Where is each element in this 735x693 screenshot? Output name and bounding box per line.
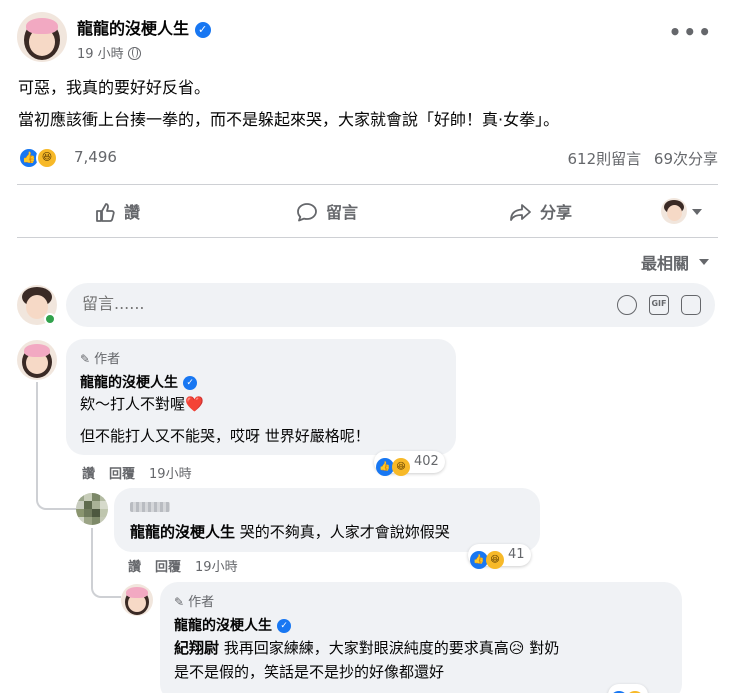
divider-top xyxy=(17,184,718,185)
chevron-down-icon[interactable] xyxy=(692,209,702,215)
share-button[interactable]: 分享 xyxy=(508,199,572,223)
comment-1-reactions[interactable]: 👍 😆 402 xyxy=(374,451,445,476)
comment-2-text: 龍龍的沒梗人生 哭的不夠真，人家才會說妳假哭 xyxy=(130,522,450,542)
verified-badge-icon: ✓ xyxy=(183,375,198,390)
author-tag: ✎ 作者 xyxy=(80,348,120,367)
comment-2-meta: 讚回覆 19小時 xyxy=(128,556,252,575)
post-author-name-text[interactable]: 龍龍的沒梗人生 xyxy=(77,19,189,38)
emoji-icon[interactable] xyxy=(617,295,637,315)
comment-1-bubble: ✎ 作者 龍龍的沒梗人生 ✓ 欸～打人不對喔❤️ 但不能打人又不能哭，哎呀 世界好… xyxy=(66,339,456,455)
sort-chevron-down-icon[interactable] xyxy=(699,259,709,265)
comment-2-time[interactable]: 19小時 xyxy=(195,560,238,575)
post-text-line-2: 當初應該衝上台揍一拳的，而不是躲起來哭，大家就會說「好帥！真·女拳」。 xyxy=(18,110,560,129)
comment-2-reactions[interactable]: 👍 😆 41 xyxy=(468,544,531,569)
more-options-button[interactable]: ••• xyxy=(669,20,713,44)
post-header: 龍龍的沒梗人生 ✓ 19 小時 xyxy=(17,12,735,68)
comment-composer[interactable]: GIF xyxy=(66,283,715,327)
comment-share-stats: 612則留言 69次分享 xyxy=(567,148,718,169)
speech-bubble-icon xyxy=(297,203,317,222)
comment-button[interactable]: 留言 xyxy=(296,199,358,223)
redacted-name-block xyxy=(130,501,170,512)
comment-2-reply-link[interactable]: 回覆 xyxy=(155,560,181,575)
post-timestamp[interactable]: 19 小時 xyxy=(77,43,141,62)
author-tag: ✎ 作者 xyxy=(174,591,214,610)
like-button-label[interactable]: 讚 xyxy=(124,203,140,222)
gif-icon[interactable]: GIF xyxy=(649,295,669,315)
comment-1-like-link[interactable]: 讚 xyxy=(82,467,95,482)
composer-tools: GIF xyxy=(605,295,701,315)
share-button-label[interactable]: 分享 xyxy=(540,203,572,222)
post-text-line-1: 可惡，我真的要好好反省。 xyxy=(18,78,211,97)
pencil-icon: ✎ xyxy=(174,595,185,609)
comment-2-text-body: 哭的不夠真，人家才會說妳假哭 xyxy=(239,523,450,541)
comment-3-reactions[interactable]: 👍😆 xyxy=(608,684,648,693)
comment-1-text-line-1: 欸～打人不對喔❤️ xyxy=(80,395,204,413)
share-arrow-icon xyxy=(510,204,531,221)
comment-3-name[interactable]: 龍龍的沒梗人生 ✓ xyxy=(174,615,292,635)
comment-1-reply-link[interactable]: 回覆 xyxy=(109,467,135,482)
verified-badge-icon: ✓ xyxy=(194,21,211,38)
post-author-name[interactable]: 龍龍的沒梗人生 ✓ xyxy=(77,15,211,39)
comment-1-avatar[interactable] xyxy=(17,340,57,380)
comment-2-name-redacted[interactable] xyxy=(130,496,170,515)
pencil-icon: ✎ xyxy=(80,352,91,366)
author-tag-label: 作者 xyxy=(188,595,215,610)
comment-1-name-text[interactable]: 龍龍的沒梗人生 xyxy=(80,375,178,391)
verified-badge-icon: ✓ xyxy=(277,618,292,633)
comment-3-text-line-1: 紀翔尉 我再回家練練，大家對眼淚純度的要求真高😥 對奶 xyxy=(174,638,559,658)
post-time-text[interactable]: 19 小時 xyxy=(77,47,124,62)
comment-2-reaction-count: 41 xyxy=(508,547,525,562)
comment-1-meta: 讚回覆 19小時 xyxy=(82,463,206,482)
comment-3-text-body-1: 我再回家練練，大家對眼淚純度的要求真高😥 對奶 xyxy=(223,639,560,657)
globe-icon xyxy=(127,47,141,60)
reaction-count[interactable]: 7,496 xyxy=(74,148,117,166)
comment-3-text-line-2: 是不是假的，笑話是不是抄的好像都還好 xyxy=(174,663,445,681)
shares-count-link[interactable]: 69次分享 xyxy=(654,150,718,168)
comment-button-label[interactable]: 留言 xyxy=(326,203,358,222)
comment-1-text-line-2: 但不能打人又不能哭，哎呀 世界好嚴格呢！ xyxy=(80,427,370,445)
comment-2-bubble: 龍龍的沒梗人生 哭的不夠真，人家才會說妳假哭 xyxy=(114,488,540,552)
comment-3-avatar[interactable] xyxy=(121,584,153,616)
haha-reaction-icon: 😆 xyxy=(486,551,504,569)
author-avatar[interactable] xyxy=(17,12,67,62)
comment-input[interactable] xyxy=(82,294,562,313)
divider-bottom xyxy=(17,237,718,238)
comment-3-mention[interactable]: 紀翔尉 xyxy=(174,639,219,657)
comment-1-reaction-count: 402 xyxy=(414,454,439,469)
reaction-stats-bar: 👍 😆 7,496 612則留言 69次分享 xyxy=(18,147,718,169)
haha-reaction-icon[interactable]: 😆 xyxy=(36,147,58,169)
haha-reaction-icon: 😆 xyxy=(392,458,410,476)
comment-2-like-link[interactable]: 讚 xyxy=(128,560,141,575)
online-status-dot xyxy=(44,313,56,325)
thumbs-up-icon xyxy=(96,203,115,222)
comment-2-avatar[interactable] xyxy=(76,493,108,525)
like-button[interactable]: 讚 xyxy=(94,199,140,223)
share-as-avatar[interactable] xyxy=(661,198,687,224)
comment-3-name-text[interactable]: 龍龍的沒梗人生 xyxy=(174,618,272,634)
comment-sort-dropdown[interactable]: 最相關 xyxy=(641,250,689,274)
comment-1-name[interactable]: 龍龍的沒梗人生 ✓ xyxy=(80,372,198,392)
comment-3-bubble: ✎ 作者 龍龍的沒梗人生 ✓ 紀翔尉 我再回家練練，大家對眼淚純度的要求真高😥 對… xyxy=(160,582,682,693)
sticker-icon[interactable] xyxy=(681,295,701,315)
comment-1-time[interactable]: 19小時 xyxy=(149,467,192,482)
author-tag-label: 作者 xyxy=(94,352,121,367)
comment-2-mention[interactable]: 龍龍的沒梗人生 xyxy=(130,523,235,541)
comments-count-link[interactable]: 612則留言 xyxy=(567,150,641,168)
